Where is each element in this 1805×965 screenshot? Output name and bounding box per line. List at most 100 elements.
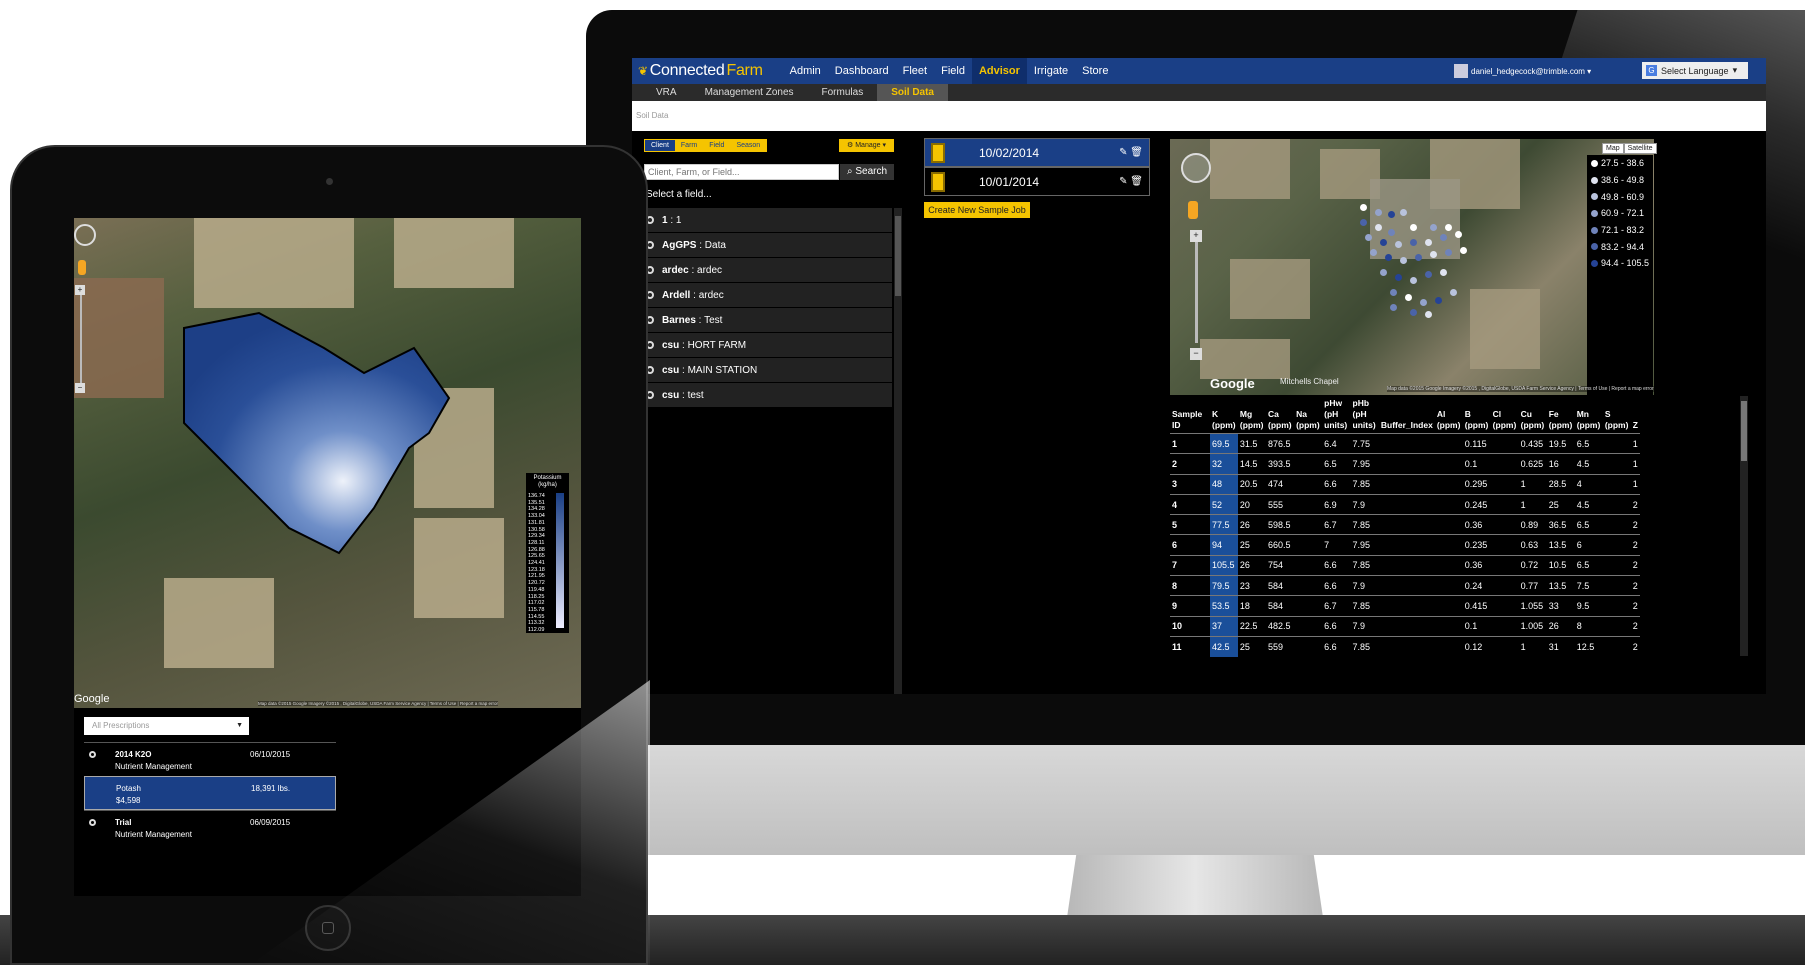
filter-tab-client[interactable]: Client [645, 140, 675, 151]
table-row[interactable]: 6 94 25 660.5 7 7.95 0.235 0.63 13.5 6 2 [1170, 534, 1640, 556]
column-header[interactable]: Z [1631, 396, 1640, 434]
user-menu[interactable]: daniel_hedgecock@trimble.com ▾ [1454, 64, 1591, 78]
map-attribution[interactable]: Map data ©2015 Google Imagery ©2015 , Di… [1387, 386, 1654, 392]
brand-logo[interactable]: ❦ Connected Farm [638, 62, 763, 80]
trash-icon[interactable]: 🗑 [1130, 147, 1143, 158]
sample-point[interactable] [1455, 231, 1462, 238]
nav-dashboard[interactable]: Dashboard [828, 58, 896, 84]
zoom-in-icon[interactable]: + [1190, 230, 1202, 242]
map-zoom-slider[interactable] [1195, 233, 1198, 343]
column-header[interactable]: S (ppm) [1603, 396, 1631, 434]
create-sample-job-button[interactable]: Create New Sample Job [924, 202, 1030, 218]
column-header[interactable]: B (ppm) [1463, 396, 1491, 434]
table-row[interactable]: 3 48 20.5 474 6.6 7.85 0.295 1 28.5 4 1 [1170, 473, 1640, 495]
sample-point[interactable] [1365, 234, 1372, 241]
sample-job-row[interactable]: 10/01/2014 ✎ 🗑 [924, 167, 1150, 196]
sample-point[interactable] [1360, 204, 1367, 211]
language-select[interactable]: G Select Language ▾ [1642, 62, 1748, 79]
table-row[interactable]: 11 42.5 25 559 6.6 7.85 0.12 1 31 12.5 2 [1170, 635, 1640, 657]
table-row[interactable]: 4 52 20 555 6.9 7.9 0.245 1 25 4.5 2 [1170, 493, 1640, 515]
subnav-management-zones[interactable]: Management Zones [691, 84, 808, 101]
prescription-map[interactable] [74, 218, 581, 708]
column-header[interactable]: Na (ppm) [1294, 396, 1322, 434]
table-row[interactable]: 1 69.5 31.5 876.5 6.4 7.75 0.115 0.435 19.5 6.5 1 [1170, 432, 1640, 454]
map-pan-control[interactable] [74, 224, 96, 246]
sample-point[interactable] [1430, 224, 1437, 231]
table-scrollbar[interactable] [1740, 396, 1748, 656]
table-row[interactable]: 10 37 22.5 482.5 6.6 7.9 0.1 1.005 26 8 2 [1170, 615, 1640, 637]
subnav-formulas[interactable]: Formulas [808, 84, 878, 101]
sample-point[interactable] [1380, 239, 1387, 246]
nav-admin[interactable]: Admin [783, 58, 828, 84]
sample-point[interactable] [1405, 294, 1412, 301]
map-zoom-slider[interactable] [80, 288, 82, 388]
column-header[interactable]: Cl (ppm) [1491, 396, 1519, 434]
field-list-scrollbar[interactable] [894, 208, 902, 694]
table-row[interactable]: 5 77.5 26 598.5 6.7 7.85 0.36 0.89 36.5 6.5 2 [1170, 514, 1640, 535]
column-header[interactable]: Cu (ppm) [1519, 396, 1547, 434]
sample-point[interactable] [1395, 241, 1402, 248]
table-row[interactable]: 2 32 14.5 393.5 6.5 7.95 0.1 0.625 16 4.5 1 [1170, 453, 1640, 475]
column-header[interactable]: Buffer_Index [1379, 396, 1435, 434]
table-row[interactable]: 8 79.5 23 584 6.6 7.9 0.24 0.77 13.5 7.5 2 [1170, 575, 1640, 596]
column-header[interactable]: pHw (pH units) [1322, 396, 1350, 434]
list-item[interactable]: Potash $4,598 18,391 lbs. [84, 776, 336, 810]
nav-store[interactable]: Store [1075, 58, 1115, 84]
sample-job-row[interactable]: 10/02/2014 ✎ 🗑 [924, 138, 1150, 167]
sample-point[interactable] [1385, 254, 1392, 261]
sample-point[interactable] [1460, 247, 1467, 254]
sample-point[interactable] [1410, 224, 1417, 231]
sample-point[interactable] [1388, 211, 1395, 218]
map-type-map[interactable]: Map [1602, 143, 1624, 154]
map-type-satellite[interactable]: Satellite [1623, 143, 1657, 154]
list-item[interactable]: csu : HORT FARM [642, 333, 892, 358]
filter-tab-farm[interactable]: Farm [674, 140, 704, 151]
column-header[interactable]: Mn (ppm) [1575, 396, 1603, 434]
street-view-icon[interactable] [1188, 201, 1198, 219]
soil-sample-map[interactable] [1170, 139, 1654, 395]
sample-point[interactable] [1425, 311, 1432, 318]
sample-point[interactable] [1410, 277, 1417, 284]
sample-point[interactable] [1425, 271, 1432, 278]
subnav-soil-data[interactable]: Soil Data [877, 84, 948, 101]
column-header[interactable]: pHb (pH units) [1351, 396, 1379, 434]
search-button[interactable]: ⌕ Search [840, 164, 894, 180]
list-item[interactable]: Barnes : Test [642, 308, 892, 333]
nav-advisor[interactable]: Advisor [971, 58, 1027, 84]
sample-point[interactable] [1445, 224, 1452, 231]
sample-point[interactable] [1380, 269, 1387, 276]
map-pan-control[interactable] [1181, 153, 1211, 183]
expand-icon[interactable] [89, 819, 96, 826]
map-attribution[interactable]: Map data ©2015 Google Imagery ©2015 , Di… [258, 701, 498, 706]
column-header[interactable]: Fe (ppm) [1547, 396, 1575, 434]
zoom-out-icon[interactable]: − [75, 383, 85, 393]
list-item[interactable]: Trial Nutrient Management 06/09/2015 [84, 810, 336, 844]
scrollbar-thumb[interactable] [895, 216, 901, 296]
sample-point[interactable] [1375, 224, 1382, 231]
trash-icon[interactable]: 🗑 [1130, 176, 1143, 187]
sample-point[interactable] [1388, 229, 1395, 236]
sample-point[interactable] [1430, 251, 1437, 258]
list-item[interactable]: csu : MAIN STATION [642, 358, 892, 383]
column-header[interactable]: Ca (ppm) [1266, 396, 1294, 434]
sample-point[interactable] [1440, 269, 1447, 276]
list-item[interactable]: AgGPS : Data [642, 233, 892, 258]
sample-point[interactable] [1420, 299, 1427, 306]
table-row[interactable]: 9 53.5 18 584 6.7 7.85 0.415 1.055 33 9.5 2 [1170, 595, 1640, 617]
sample-point[interactable] [1450, 289, 1457, 296]
filter-tab-season[interactable]: Season [730, 140, 767, 151]
sample-point[interactable] [1390, 304, 1397, 311]
nav-fleet[interactable]: Fleet [896, 58, 934, 84]
list-item[interactable]: 1 : 1 [642, 208, 892, 233]
zoom-out-icon[interactable]: − [1190, 348, 1202, 360]
sample-point[interactable] [1400, 209, 1407, 216]
sample-point[interactable] [1425, 239, 1432, 246]
collapse-icon[interactable] [89, 751, 96, 758]
search-input[interactable] [644, 164, 839, 180]
column-header[interactable]: Sample ID [1170, 396, 1210, 434]
sample-point[interactable] [1410, 309, 1417, 316]
sample-point[interactable] [1410, 239, 1417, 246]
nav-field[interactable]: Field [934, 58, 972, 84]
column-header[interactable]: Mg (ppm) [1238, 396, 1266, 434]
street-view-icon[interactable] [78, 260, 86, 275]
